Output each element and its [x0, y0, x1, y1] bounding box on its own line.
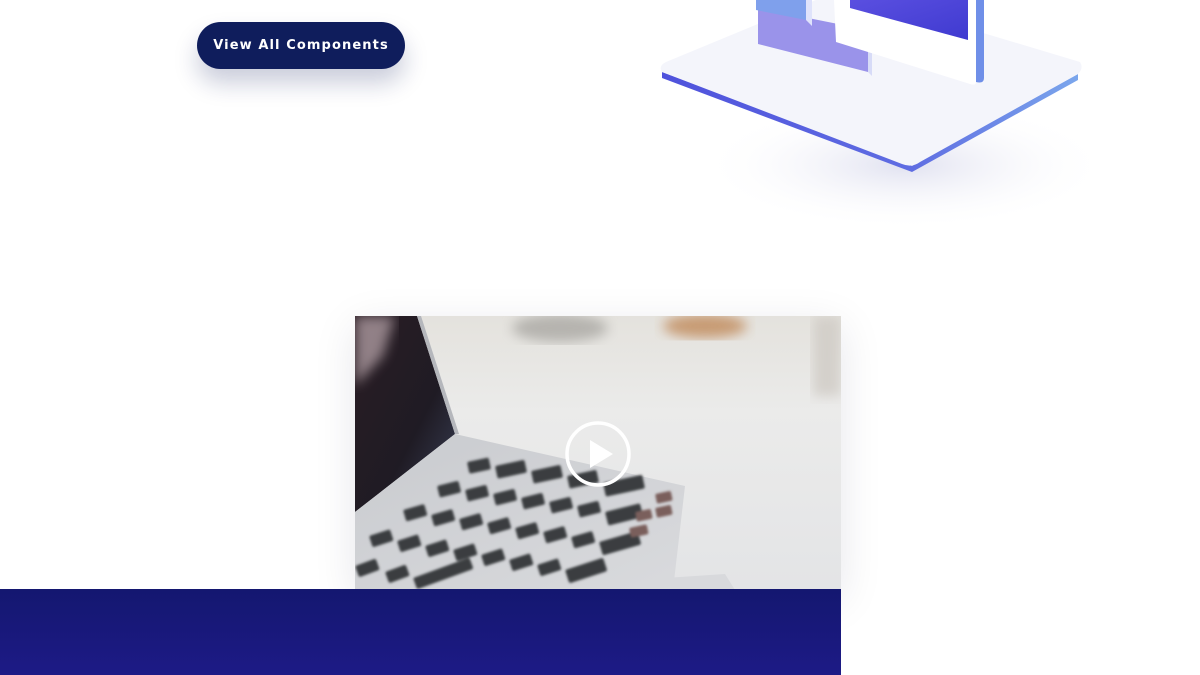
isometric-devices-illustration	[640, 0, 1110, 240]
video-card[interactable]	[355, 316, 841, 590]
play-icon[interactable]	[565, 421, 631, 487]
view-all-components-button[interactable]: View All Components	[197, 22, 405, 69]
bottom-section-band	[0, 589, 841, 675]
page: View All Components	[0, 0, 1200, 675]
